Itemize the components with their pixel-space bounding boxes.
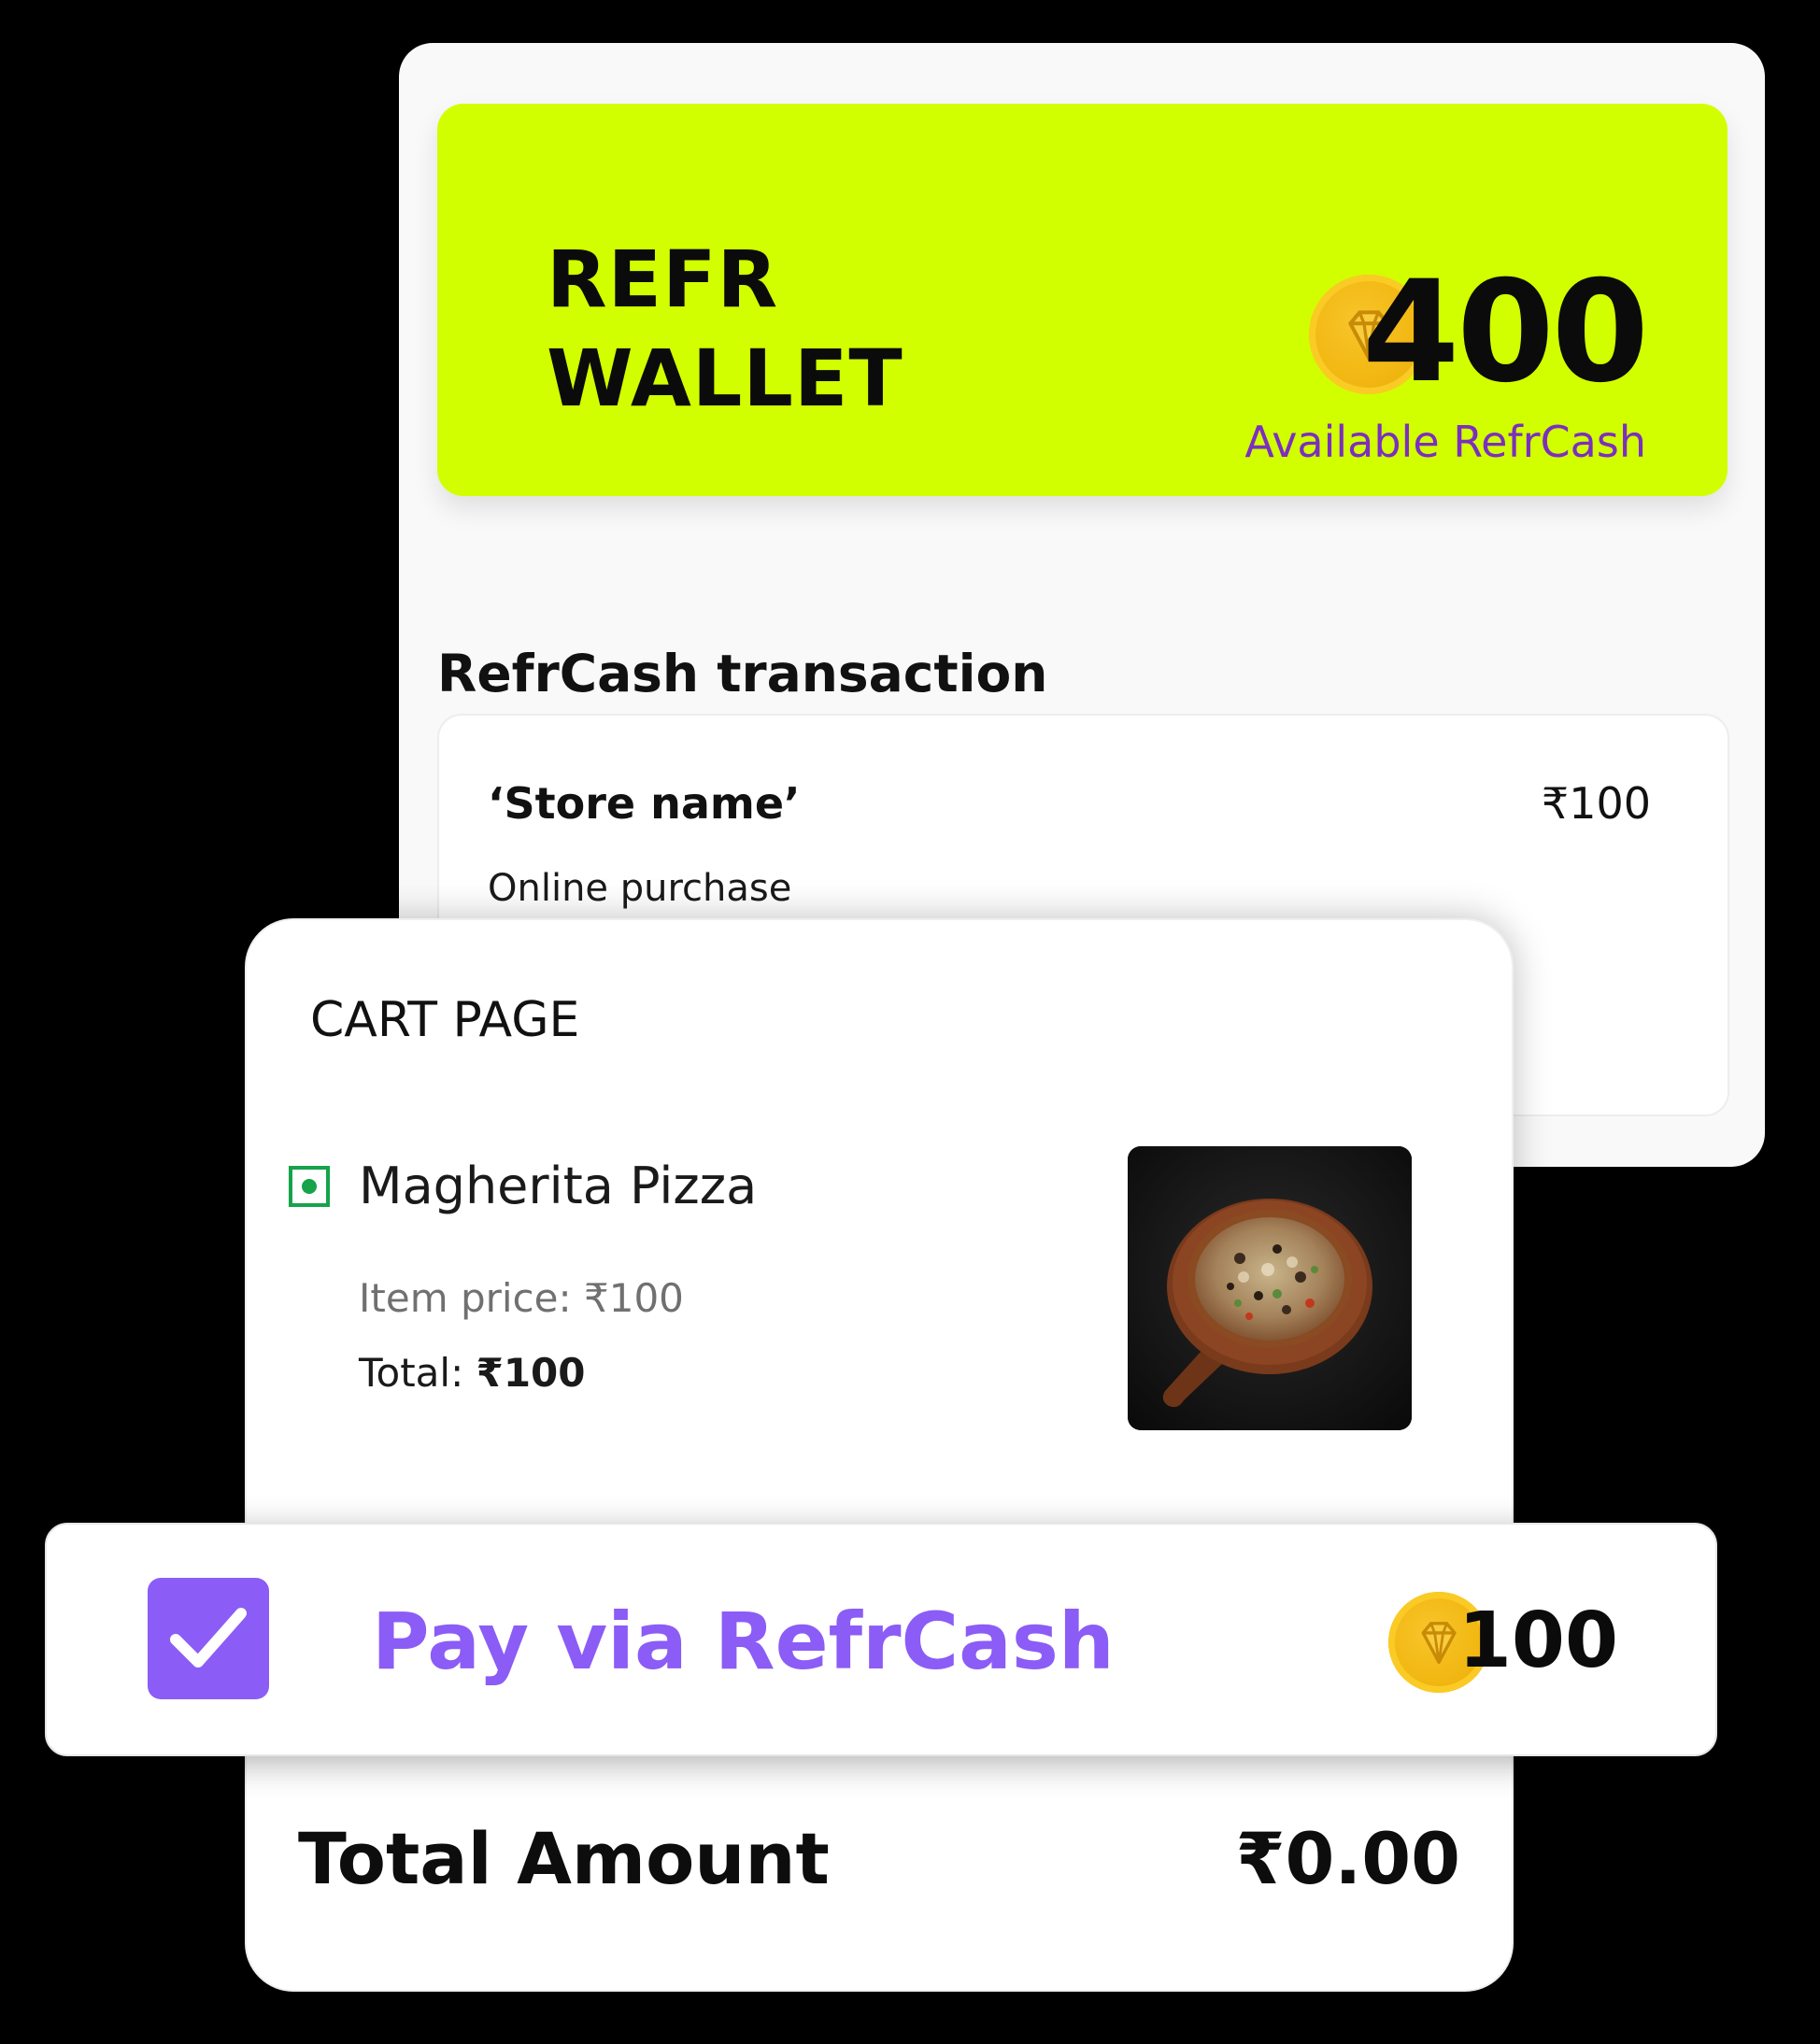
wallet-title-line1: REFR xyxy=(547,234,779,325)
cart-item-total: Total: ₹100 xyxy=(359,1348,586,1398)
cart-item-price: Item price: ₹100 xyxy=(359,1273,684,1324)
transaction-type: Online purchase xyxy=(488,867,792,910)
pizza-photo xyxy=(1128,1146,1412,1430)
total-amount-value: ₹0.00 xyxy=(1235,1817,1460,1900)
cart-page-title: CART PAGE xyxy=(310,992,580,1048)
checkmark-icon xyxy=(170,1608,247,1668)
pay-via-refrcash-option[interactable]: Pay via RefrCash 100 xyxy=(45,1523,1717,1756)
wallet-balance-banner: REFR WALLET 400 Available RefrCash xyxy=(437,104,1728,496)
total-amount-label: Total Amount xyxy=(298,1817,830,1900)
pay-via-refrcash-label: Pay via RefrCash xyxy=(372,1596,1115,1687)
wallet-title: REFR WALLET xyxy=(547,230,903,428)
transaction-amount: ₹100 xyxy=(1541,778,1651,829)
transactions-heading: RefrCash transaction xyxy=(437,644,1048,703)
wallet-title-line2: WALLET xyxy=(547,333,903,424)
veg-indicator-icon xyxy=(289,1166,330,1207)
item-total-label: Total: xyxy=(359,1350,464,1396)
pay-refrcash-checkbox[interactable] xyxy=(148,1578,269,1699)
pizza-image xyxy=(1128,1146,1412,1430)
item-total-value: ₹100 xyxy=(476,1350,586,1396)
pay-refrcash-amount: 100 xyxy=(1457,1597,1618,1685)
diamond-icon xyxy=(1421,1622,1457,1665)
cart-item-name: Magherita Pizza xyxy=(359,1157,758,1215)
transaction-store-name: ‘Store name’ xyxy=(488,778,801,829)
wallet-balance-amount: 400 xyxy=(1361,251,1649,414)
item-price-value: ₹100 xyxy=(584,1275,684,1321)
wallet-balance-caption: Available RefrCash xyxy=(1244,417,1646,467)
item-price-label: Item price: xyxy=(359,1275,572,1321)
cart-card: CART PAGE Magherita Pizza Item price: ₹1… xyxy=(245,918,1514,1992)
